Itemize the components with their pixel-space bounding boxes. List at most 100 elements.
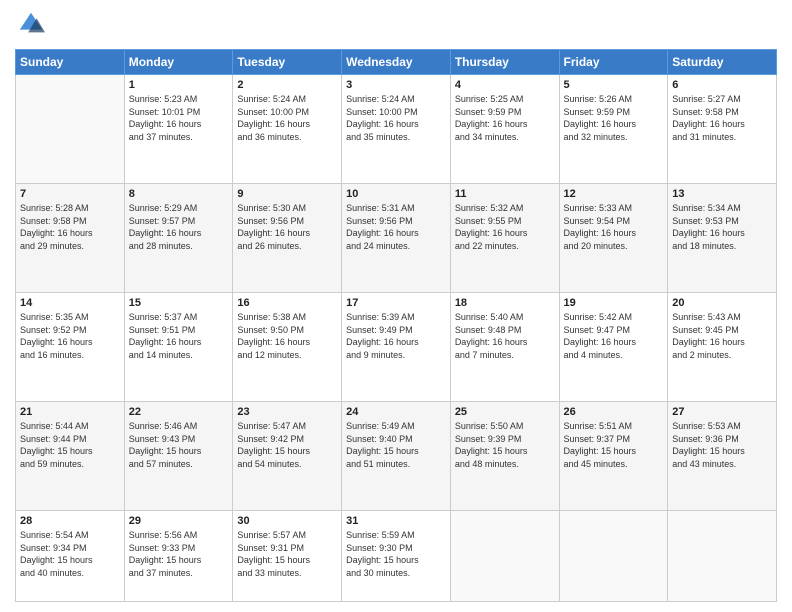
calendar-week-row: 1 Sunrise: 5:23 AM Sunset: 10:01 PM Dayli… <box>16 75 777 184</box>
calendar-cell: 16 Sunrise: 5:38 AM Sunset: 9:50 PM Dayli… <box>233 293 342 402</box>
calendar-cell: 6 Sunrise: 5:27 AM Sunset: 9:58 PM Daylig… <box>668 75 777 184</box>
day-info: Sunrise: 5:33 AM Sunset: 9:54 PM Dayligh… <box>564 202 664 252</box>
calendar-cell: 28 Sunrise: 5:54 AM Sunset: 9:34 PM Dayli… <box>16 511 125 602</box>
calendar-cell <box>450 511 559 602</box>
day-info: Sunrise: 5:57 AM Sunset: 9:31 PM Dayligh… <box>237 529 337 579</box>
day-number: 1 <box>129 79 229 91</box>
day-info: Sunrise: 5:39 AM Sunset: 9:49 PM Dayligh… <box>346 311 446 361</box>
day-number: 15 <box>129 297 229 309</box>
calendar-cell: 27Sunrise: 5:53 AM Sunset: 9:36 PM Dayli… <box>668 402 777 511</box>
day-number: 5 <box>564 79 664 91</box>
calendar-cell: 1 Sunrise: 5:23 AM Sunset: 10:01 PM Dayli… <box>124 75 233 184</box>
calendar-week-row: 21 Sunrise: 5:44 AM Sunset: 9:44 PM Dayli… <box>16 402 777 511</box>
day-number: 4 <box>455 79 555 91</box>
day-number: 22 <box>129 406 229 418</box>
calendar-cell: 31 Sunrise: 5:59 AM Sunset: 9:30 PM Dayli… <box>342 511 451 602</box>
day-number: 10 <box>346 188 446 200</box>
day-info: Sunrise: 5:42 AM Sunset: 9:47 PM Dayligh… <box>564 311 664 361</box>
day-info: Sunrise: 5:40 AM Sunset: 9:48 PM Dayligh… <box>455 311 555 361</box>
day-info: Sunrise: 5:31 AM Sunset: 9:56 PM Dayligh… <box>346 202 446 252</box>
calendar-cell: 24Sunrise: 5:49 AM Sunset: 9:40 PM Dayli… <box>342 402 451 511</box>
day-info: Sunrise: 5:32 AM Sunset: 9:55 PM Dayligh… <box>455 202 555 252</box>
calendar-cell: 5 Sunrise: 5:26 AM Sunset: 9:59 PM Daylig… <box>559 75 668 184</box>
day-number: 12 <box>564 188 664 200</box>
calendar-cell <box>668 511 777 602</box>
calendar-header-saturday: Saturday <box>668 50 777 75</box>
day-info: Sunrise: 5:38 AM Sunset: 9:50 PM Dayligh… <box>237 311 337 361</box>
calendar-cell: 13 Sunrise: 5:34 AM Sunset: 9:53 PM Dayli… <box>668 184 777 293</box>
day-number: 24 <box>346 406 446 418</box>
calendar-cell: 9Sunrise: 5:30 AM Sunset: 9:56 PM Daylig… <box>233 184 342 293</box>
calendar-header-tuesday: Tuesday <box>233 50 342 75</box>
day-info: Sunrise: 5:28 AM Sunset: 9:58 PM Dayligh… <box>20 202 120 252</box>
calendar-cell: 10 Sunrise: 5:31 AM Sunset: 9:56 PM Dayli… <box>342 184 451 293</box>
day-info: Sunrise: 5:47 AM Sunset: 9:42 PM Dayligh… <box>237 420 337 470</box>
day-info: Sunrise: 5:23 AM Sunset: 10:01 PM Daylig… <box>129 93 229 143</box>
logo-icon <box>17 10 45 38</box>
calendar-cell: 30 Sunrise: 5:57 AM Sunset: 9:31 PM Dayli… <box>233 511 342 602</box>
calendar-header-thursday: Thursday <box>450 50 559 75</box>
day-number: 18 <box>455 297 555 309</box>
day-info: Sunrise: 5:27 AM Sunset: 9:58 PM Dayligh… <box>672 93 772 143</box>
day-number: 26 <box>564 406 664 418</box>
calendar-cell: 22 Sunrise: 5:46 AM Sunset: 9:43 PM Dayli… <box>124 402 233 511</box>
day-info: Sunrise: 5:29 AM Sunset: 9:57 PM Dayligh… <box>129 202 229 252</box>
day-number: 28 <box>20 515 120 527</box>
calendar-cell: 14Sunrise: 5:35 AM Sunset: 9:52 PM Dayli… <box>16 293 125 402</box>
day-info: Sunrise: 5:56 AM Sunset: 9:33 PM Dayligh… <box>129 529 229 579</box>
calendar-table: SundayMondayTuesdayWednesdayThursdayFrid… <box>15 49 777 602</box>
day-number: 20 <box>672 297 772 309</box>
day-info: Sunrise: 5:46 AM Sunset: 9:43 PM Dayligh… <box>129 420 229 470</box>
day-info: Sunrise: 5:24 AM Sunset: 10:00 PM Daylig… <box>346 93 446 143</box>
day-number: 7 <box>20 188 120 200</box>
calendar-header-wednesday: Wednesday <box>342 50 451 75</box>
day-number: 21 <box>20 406 120 418</box>
calendar-cell: 8Sunrise: 5:29 AM Sunset: 9:57 PM Daylig… <box>124 184 233 293</box>
day-info: Sunrise: 5:44 AM Sunset: 9:44 PM Dayligh… <box>20 420 120 470</box>
calendar-cell: 11 Sunrise: 5:32 AM Sunset: 9:55 PM Dayli… <box>450 184 559 293</box>
calendar-cell: 19Sunrise: 5:42 AM Sunset: 9:47 PM Dayli… <box>559 293 668 402</box>
calendar-week-row: 7 Sunrise: 5:28 AM Sunset: 9:58 PM Daylig… <box>16 184 777 293</box>
calendar-cell: 29 Sunrise: 5:56 AM Sunset: 9:33 PM Dayli… <box>124 511 233 602</box>
day-info: Sunrise: 5:24 AM Sunset: 10:00 PM Daylig… <box>237 93 337 143</box>
day-number: 11 <box>455 188 555 200</box>
logo <box>15 10 45 43</box>
day-number: 13 <box>672 188 772 200</box>
calendar-cell: 4 Sunrise: 5:25 AM Sunset: 9:59 PM Daylig… <box>450 75 559 184</box>
calendar-cell: 26 Sunrise: 5:51 AM Sunset: 9:37 PM Dayli… <box>559 402 668 511</box>
day-number: 3 <box>346 79 446 91</box>
page: SundayMondayTuesdayWednesdayThursdayFrid… <box>0 0 792 612</box>
day-number: 16 <box>237 297 337 309</box>
calendar-header-monday: Monday <box>124 50 233 75</box>
day-info: Sunrise: 5:43 AM Sunset: 9:45 PM Dayligh… <box>672 311 772 361</box>
calendar-header-friday: Friday <box>559 50 668 75</box>
day-number: 6 <box>672 79 772 91</box>
day-info: Sunrise: 5:54 AM Sunset: 9:34 PM Dayligh… <box>20 529 120 579</box>
day-number: 30 <box>237 515 337 527</box>
day-info: Sunrise: 5:26 AM Sunset: 9:59 PM Dayligh… <box>564 93 664 143</box>
day-info: Sunrise: 5:35 AM Sunset: 9:52 PM Dayligh… <box>20 311 120 361</box>
day-number: 25 <box>455 406 555 418</box>
calendar-cell <box>559 511 668 602</box>
calendar-cell: 12 Sunrise: 5:33 AM Sunset: 9:54 PM Dayli… <box>559 184 668 293</box>
day-info: Sunrise: 5:53 AM Sunset: 9:36 PM Dayligh… <box>672 420 772 470</box>
day-number: 31 <box>346 515 446 527</box>
day-info: Sunrise: 5:34 AM Sunset: 9:53 PM Dayligh… <box>672 202 772 252</box>
calendar-cell: 7 Sunrise: 5:28 AM Sunset: 9:58 PM Daylig… <box>16 184 125 293</box>
calendar-cell: 21 Sunrise: 5:44 AM Sunset: 9:44 PM Dayli… <box>16 402 125 511</box>
day-info: Sunrise: 5:59 AM Sunset: 9:30 PM Dayligh… <box>346 529 446 579</box>
calendar-header-sunday: Sunday <box>16 50 125 75</box>
day-info: Sunrise: 5:37 AM Sunset: 9:51 PM Dayligh… <box>129 311 229 361</box>
day-number: 9 <box>237 188 337 200</box>
day-info: Sunrise: 5:25 AM Sunset: 9:59 PM Dayligh… <box>455 93 555 143</box>
calendar-cell: 25 Sunrise: 5:50 AM Sunset: 9:39 PM Dayli… <box>450 402 559 511</box>
calendar-cell: 15 Sunrise: 5:37 AM Sunset: 9:51 PM Dayli… <box>124 293 233 402</box>
day-info: Sunrise: 5:51 AM Sunset: 9:37 PM Dayligh… <box>564 420 664 470</box>
calendar-cell: 2Sunrise: 5:24 AM Sunset: 10:00 PM Dayli… <box>233 75 342 184</box>
day-number: 29 <box>129 515 229 527</box>
calendar-cell <box>16 75 125 184</box>
calendar-header-row: SundayMondayTuesdayWednesdayThursdayFrid… <box>16 50 777 75</box>
day-info: Sunrise: 5:50 AM Sunset: 9:39 PM Dayligh… <box>455 420 555 470</box>
calendar-cell: 23Sunrise: 5:47 AM Sunset: 9:42 PM Dayli… <box>233 402 342 511</box>
header <box>15 10 777 43</box>
